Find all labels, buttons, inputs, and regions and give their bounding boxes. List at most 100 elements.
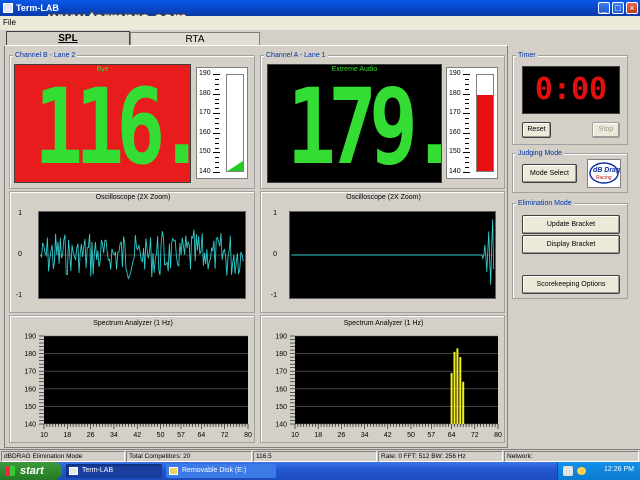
channel-a-spectrum-x-label: 72	[471, 432, 479, 439]
task-term-lab[interactable]: Term-LAB	[66, 464, 162, 478]
channel-a-readout: Extreme Audio 179.3	[267, 64, 500, 183]
channel-a-spectrum-x-label: 50	[407, 432, 415, 439]
channel-b-spectrum-group: Spectrum Analyzer (1 Hz) 190 180 170 160 150…	[9, 315, 255, 443]
channel-b-spectrum-x-label: 42	[133, 432, 141, 439]
channel-b-spectrum-x-label: 26	[87, 432, 95, 439]
channel-b-meter-minor-tick	[215, 137, 219, 139]
task-removable-disk-label: Removable Disk (E:)	[182, 467, 247, 474]
channel-a-meter-minor-tick	[465, 162, 469, 164]
taskbar-clock: 12:26 PM	[604, 466, 634, 473]
channel-b-meter-tick: 190	[199, 70, 211, 77]
channel-a-scope-title: Oscilloscope (2X Zoom)	[346, 194, 421, 201]
status-rate: Rate: 0 FFT: 512 BW: 256 Hz	[378, 451, 503, 462]
channel-b-meter-tick-mark	[213, 172, 220, 173]
start-button[interactable]: start	[0, 462, 62, 480]
channel-a-title: Channel A - Lane 1	[264, 52, 328, 59]
channel-a-spectrum-x-label: 10	[291, 432, 299, 439]
channel-a-spectrum-bar	[456, 348, 459, 424]
menu-bar: File	[0, 16, 640, 30]
channel-a-meter-minor-tick	[465, 137, 469, 139]
channel-b-readout: Bye 116.5	[14, 64, 247, 183]
judging-mode-group: Judging Mode Mode Select dB Drag Racing	[512, 150, 628, 193]
channel-a-group: Channel A - Lane 1 Extreme Audio 179.3 1…	[260, 52, 505, 189]
channel-a-spectrum-x-label: 80	[494, 432, 502, 439]
channel-a-meter-tick: 190	[449, 70, 461, 77]
db-drag-logo: dB Drag Racing	[587, 159, 621, 188]
menu-file[interactable]: File	[3, 18, 16, 27]
channel-b-spectrum-y-label: 190	[24, 334, 36, 341]
channel-b-title: Channel B - Lane 2	[13, 52, 78, 59]
channel-a-spectrum-x-label: 26	[338, 432, 346, 439]
channel-a-spectrum-chart: 190 180 170 160 150 140 10 18 26 34 42 50 57 64 72 80	[275, 334, 502, 440]
channel-b-spectrum-y-label: 170	[24, 369, 36, 376]
channel-b-spectrum-x-label: 64	[197, 432, 205, 439]
channel-b-spectrum-chart: 190 180 170 160 150 140 10 18 26 34 42 50 57 64 72 80	[24, 334, 252, 440]
channel-b-spectrum-y-label: 160	[24, 386, 36, 393]
channel-b-spectrum-x-label: 34	[110, 432, 118, 439]
system-tray: 12:26 PM	[557, 462, 640, 480]
scorekeeping-options-button[interactable]: Scorekeeping Options	[522, 275, 620, 294]
tray-app-icon[interactable]	[563, 466, 573, 476]
channel-b-spectrum-plot	[44, 336, 248, 424]
svg-text:Racing: Racing	[596, 175, 612, 181]
channel-a-meter-minor-tick	[465, 88, 469, 90]
channel-b-meter-tick: 150	[199, 148, 211, 156]
mode-select-button[interactable]: Mode Select	[522, 164, 577, 183]
status-bar: dBDRAG Elimination Mode Total Competitor…	[0, 449, 640, 462]
channel-a-spectrum-bar	[450, 372, 453, 424]
channel-a-meter-tick: 170	[449, 109, 461, 117]
channel-b-meter-minor-tick	[215, 98, 219, 100]
channel-a-meter-minor-tick	[465, 127, 469, 129]
channel-a-scope-y-bot: -1	[270, 292, 277, 299]
start-label: start	[20, 465, 44, 477]
display-bracket-button[interactable]: Display Bracket	[522, 235, 620, 254]
task-removable-disk[interactable]: Removable Disk (E:)	[166, 464, 276, 478]
channel-a-meter-minor-tick	[465, 98, 469, 100]
channel-b-scope-y-mid: 0	[18, 251, 22, 258]
channel-a-meter-tick-mark	[463, 93, 470, 95]
minimize-icon[interactable]: _	[598, 2, 610, 14]
tab-spl[interactable]: SPL	[6, 31, 130, 46]
channel-b-spectrum-x-label: 80	[244, 432, 252, 439]
channel-a-spectrum-x-label: 42	[384, 432, 392, 439]
elimination-mode-title: Elimination Mode	[516, 200, 574, 207]
channel-a-oscilloscope	[289, 211, 496, 299]
channel-a-spectrum-y-label: 140	[275, 422, 287, 429]
channel-a-spectrum-bar	[462, 381, 465, 424]
channel-a-meter-tick: 180	[449, 89, 461, 97]
tray-speaker-icon[interactable]	[577, 467, 586, 475]
channel-b-meter-minor-tick	[215, 88, 219, 90]
channel-b-meter-minor-tick	[215, 157, 219, 159]
channel-b-meter-tick: 180	[199, 89, 211, 97]
channel-a-spectrum-bar	[459, 357, 462, 424]
judging-mode-title: Judging Mode	[516, 150, 564, 157]
channel-a-spectrum-x-label: 34	[361, 432, 369, 439]
channel-a-meter-tick: 150	[449, 148, 461, 156]
stop-button[interactable]: Stop	[592, 122, 620, 138]
channel-a-meter-tick: 140	[449, 168, 461, 175]
channel-a-spectrum-x-label: 57	[427, 432, 435, 439]
channel-a-spectrum-x-label: 18	[314, 432, 322, 439]
tab-rta[interactable]: RTA	[130, 32, 260, 46]
channel-a-spectrum-title: Spectrum Analyzer (1 Hz)	[343, 320, 424, 327]
channel-a-scope-y-top: 1	[273, 210, 277, 217]
channel-b-meter-tick: 160	[199, 128, 211, 136]
channel-a-meter-frame	[476, 74, 494, 172]
channel-a-scope-group: Oscilloscope (2X Zoom) 1 0 -1	[260, 191, 505, 313]
close-icon[interactable]: ×	[626, 2, 638, 14]
channel-b-meter-minor-tick	[215, 83, 219, 85]
update-bracket-button[interactable]: Update Bracket	[522, 215, 620, 234]
channel-b-meter-tick-mark	[213, 113, 220, 115]
channel-b-meter-minor-tick	[215, 167, 219, 169]
status-value: 116.5	[253, 451, 377, 462]
channel-a-spectrum-y-label: 180	[275, 351, 287, 358]
maximize-icon[interactable]: □	[612, 2, 624, 14]
channel-a-meter-tick: 160	[449, 128, 461, 136]
channel-a-meter-minor-tick	[465, 147, 469, 149]
channel-a-spectrum-y-label: 160	[275, 386, 287, 393]
timer-group: Timer 0:00 Reset Stop	[512, 52, 628, 145]
reset-button[interactable]: Reset	[522, 122, 551, 138]
channel-b-meter-minor-tick	[215, 147, 219, 149]
channel-a-spectrum-bar	[453, 351, 456, 424]
channel-b-meter-minor-tick	[215, 118, 219, 120]
